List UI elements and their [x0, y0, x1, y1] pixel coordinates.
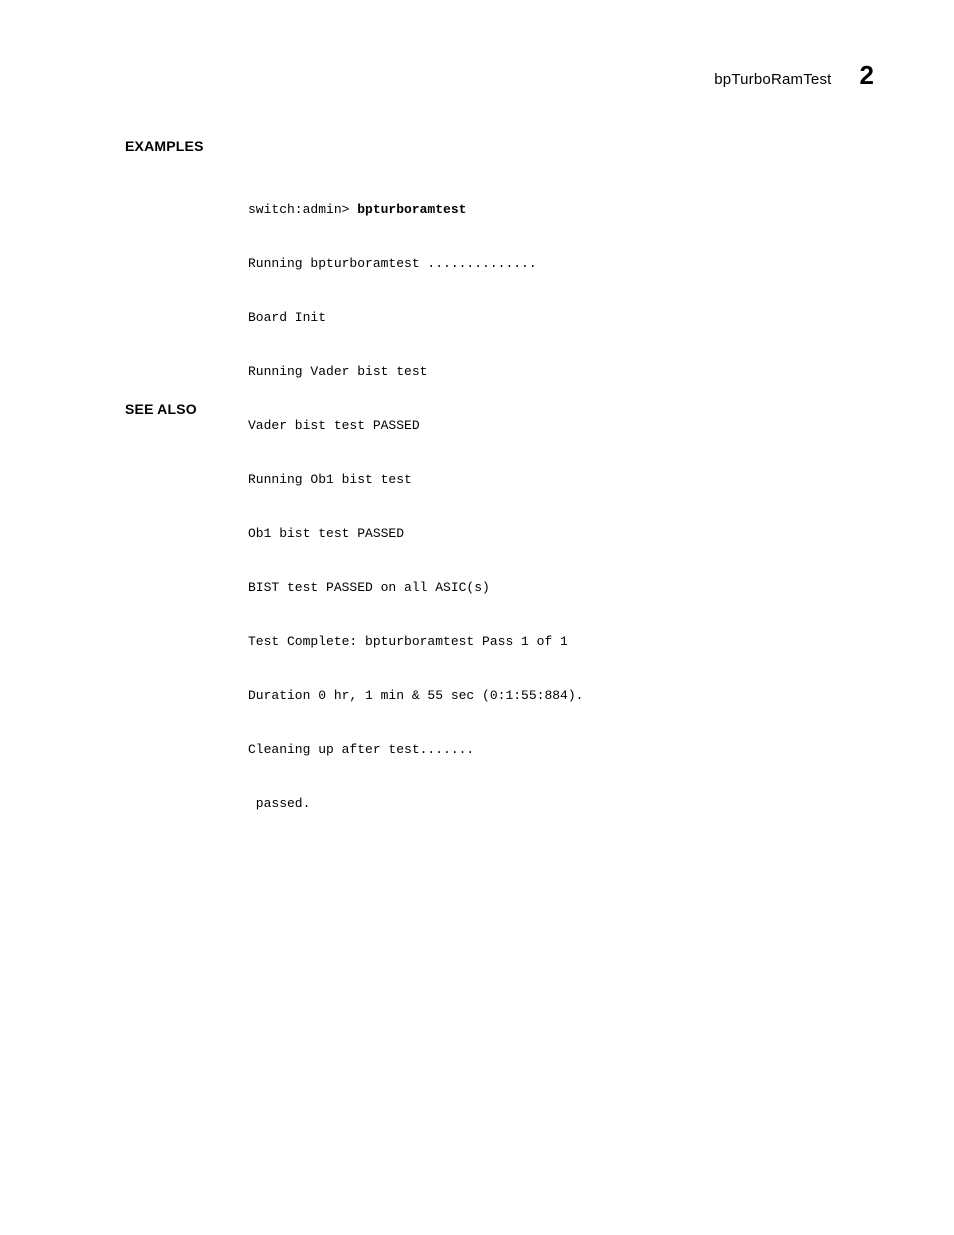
code-line: Duration 0 hr, 1 min & 55 sec (0:1:55:88… [248, 687, 583, 705]
code-line: BIST test PASSED on all ASIC(s) [248, 579, 583, 597]
code-line: passed. [248, 795, 583, 813]
example-code-block: switch:admin> bpturboramtest Running bpt… [248, 165, 583, 849]
code-line: Board Init [248, 309, 583, 327]
section-heading-examples: EXAMPLES [125, 138, 204, 154]
code-line: Ob1 bist test PASSED [248, 525, 583, 543]
code-line: Running Ob1 bist test [248, 471, 583, 489]
section-heading-see-also: SEE ALSO [125, 401, 197, 417]
code-line: switch:admin> bpturboramtest [248, 201, 583, 219]
code-line: Running bpturboramtest .............. [248, 255, 583, 273]
code-line: Running Vader bist test [248, 363, 583, 381]
code-line: Cleaning up after test....... [248, 741, 583, 759]
chapter-number: 2 [860, 60, 874, 91]
header-title: bpTurboRamTest [714, 71, 831, 88]
code-line: Test Complete: bpturboramtest Pass 1 of … [248, 633, 583, 651]
running-header: bpTurboRamTest 2 [714, 60, 874, 91]
command-text: bpturboramtest [357, 202, 466, 217]
prompt-text: switch:admin> [248, 202, 357, 217]
page: bpTurboRamTest 2 EXAMPLES switch:admin> … [0, 0, 954, 1235]
code-line: Vader bist test PASSED [248, 417, 583, 435]
